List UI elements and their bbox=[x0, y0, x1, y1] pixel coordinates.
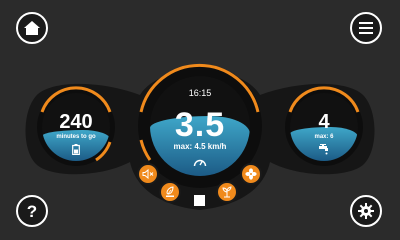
speaker-mute-icon bbox=[142, 169, 154, 179]
eco-mode-button[interactable] bbox=[159, 181, 181, 203]
clock-time: 16:15 bbox=[188, 88, 212, 98]
plant-button[interactable] bbox=[216, 181, 238, 203]
time-remaining-label: minutes to go bbox=[56, 134, 96, 140]
plant-icon bbox=[222, 186, 232, 198]
eco-leaf-icon bbox=[166, 186, 174, 197]
speed-value: 3.5 bbox=[174, 106, 226, 144]
time-remaining-value: 240 bbox=[59, 111, 93, 133]
water-level-max: max: 6 bbox=[314, 134, 334, 140]
speedometer-icon bbox=[150, 154, 250, 172]
fan-button[interactable] bbox=[240, 163, 262, 185]
speed-max-label: max: 4.5 km/h bbox=[173, 142, 227, 151]
water-tap-icon bbox=[290, 142, 358, 160]
fan-icon bbox=[245, 168, 257, 180]
battery-icon bbox=[42, 142, 110, 160]
stop-button[interactable] bbox=[194, 195, 205, 206]
time-remaining-gauge: 240 minutes to go bbox=[42, 93, 110, 161]
water-level-gauge: 4 max: 6 bbox=[290, 93, 358, 161]
mute-button[interactable] bbox=[137, 163, 159, 185]
water-level-value: 4 bbox=[318, 111, 330, 133]
speed-gauge: 16:15 3.5 max: 4.5 km/h bbox=[150, 76, 250, 176]
